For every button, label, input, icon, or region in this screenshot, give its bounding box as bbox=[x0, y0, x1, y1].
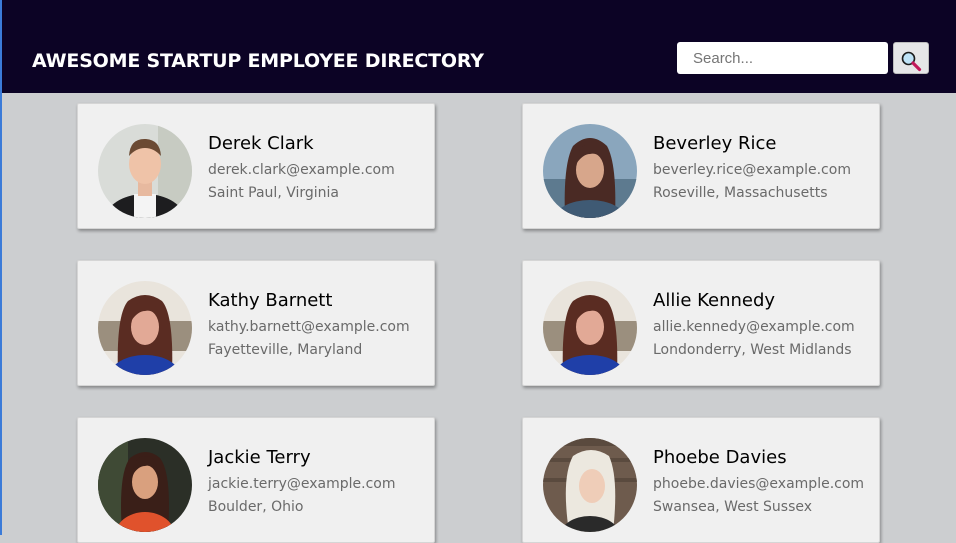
avatar bbox=[98, 124, 192, 218]
employee-card[interactable]: Allie Kennedy allie.kennedy@example.com … bbox=[522, 260, 880, 386]
employee-location: Swansea, West Sussex bbox=[653, 499, 813, 515]
search-button[interactable] bbox=[893, 42, 929, 74]
employee-email: beverley.rice@example.com bbox=[653, 162, 851, 178]
employee-location: Londonderry, West Midlands bbox=[653, 342, 852, 358]
employee-name: Kathy Barnett bbox=[208, 290, 333, 311]
avatar bbox=[98, 438, 192, 532]
employee-name: Phoebe Davies bbox=[653, 447, 787, 468]
employee-name: Derek Clark bbox=[208, 133, 314, 154]
magnifying-glass-icon bbox=[894, 50, 928, 72]
employee-location: Roseville, Massachusetts bbox=[653, 185, 828, 201]
employee-card[interactable]: Derek Clark derek.clark@example.com Sain… bbox=[77, 103, 435, 229]
employee-card[interactable]: Beverley Rice beverley.rice@example.com … bbox=[522, 103, 880, 229]
avatar bbox=[543, 438, 637, 532]
employee-location: Saint Paul, Virginia bbox=[208, 185, 340, 201]
employee-location: Boulder, Ohio bbox=[208, 499, 304, 515]
avatar bbox=[543, 124, 637, 218]
employee-email: derek.clark@example.com bbox=[208, 162, 395, 178]
page-title: AWESOME STARTUP EMPLOYEE DIRECTORY bbox=[32, 50, 484, 72]
employee-name: Beverley Rice bbox=[653, 133, 777, 154]
employee-email: phoebe.davies@example.com bbox=[653, 476, 865, 492]
avatar bbox=[543, 281, 637, 375]
employee-email: allie.kennedy@example.com bbox=[653, 319, 855, 335]
employee-card[interactable]: Kathy Barnett kathy.barnett@example.com … bbox=[77, 260, 435, 386]
employee-email: jackie.terry@example.com bbox=[208, 476, 396, 492]
employee-location: Fayetteville, Maryland bbox=[208, 342, 363, 358]
page-header: AWESOME STARTUP EMPLOYEE DIRECTORY bbox=[0, 0, 956, 93]
employee-card[interactable]: Jackie Terry jackie.terry@example.com Bo… bbox=[77, 417, 435, 543]
employee-name: Jackie Terry bbox=[208, 447, 311, 468]
avatar bbox=[98, 281, 192, 375]
page-edge bbox=[0, 93, 2, 535]
employee-card[interactable]: Phoebe Davies phoebe.davies@example.com … bbox=[522, 417, 880, 543]
search-input[interactable] bbox=[677, 42, 888, 74]
employee-name: Allie Kennedy bbox=[653, 290, 776, 311]
employee-email: kathy.barnett@example.com bbox=[208, 319, 410, 335]
